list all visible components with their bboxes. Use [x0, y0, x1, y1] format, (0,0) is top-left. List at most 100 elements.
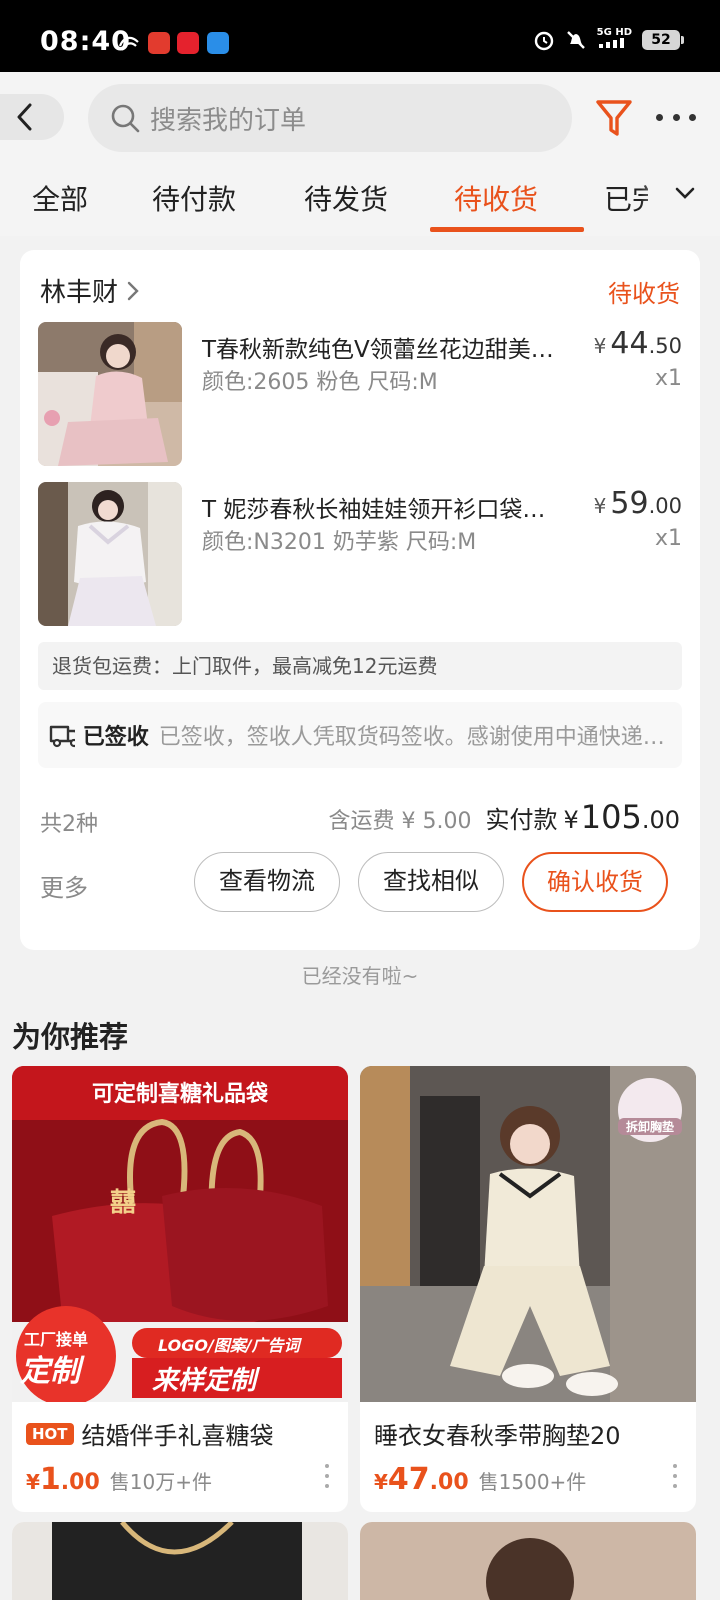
- product-title: 睡衣女春秋季带胸垫20: [374, 1416, 684, 1451]
- sold-count: 售1500+件: [478, 1470, 587, 1494]
- product-thumbnail: [38, 482, 182, 626]
- product-card-partial[interactable]: [12, 1522, 348, 1600]
- tab-all[interactable]: 全部: [32, 178, 88, 218]
- dot-icon: [689, 113, 696, 121]
- dot-icon: [672, 113, 680, 121]
- price-int: 59: [610, 486, 649, 521]
- order-tabs: 全部 待付款 待发货 待收货 已完成: [0, 160, 720, 236]
- currency: ¥: [593, 334, 607, 358]
- confirm-receipt-button[interactable]: 确认收货: [522, 852, 668, 912]
- header: 搜索我的订单: [0, 72, 720, 160]
- price-dec: .00: [60, 1470, 100, 1495]
- tab-pending-shipment[interactable]: 待发货: [304, 178, 388, 218]
- shop-link[interactable]: 林丰财: [40, 272, 140, 309]
- order-item[interactable]: T 妮莎春秋长袖娃娃领开衫口袋睡衣 颜色:N3201 奶芋紫 尺码:M ¥59.…: [38, 482, 682, 628]
- product-menu-button[interactable]: [324, 1464, 330, 1488]
- mute-icon: [566, 30, 585, 49]
- paid-amount-int: 105: [580, 798, 642, 836]
- truck-icon: [49, 725, 75, 748]
- price-dec: .50: [648, 334, 682, 358]
- find-similar-button[interactable]: 查找相似: [358, 852, 504, 912]
- product-image: 可定制喜糖礼品袋 囍 工厂接单 定制 LOGO/图案/广告词 来样定制: [12, 1066, 348, 1402]
- recommend-title: 为你推荐: [12, 1020, 129, 1054]
- filter-button[interactable]: [594, 96, 634, 140]
- logistics-summary[interactable]: 已签收 已签收，签收人凭取货码签收。感谢使用中通快递，期待再次为您服务！: [38, 702, 682, 768]
- product-image: 拆卸胸垫: [360, 1066, 696, 1402]
- item-title: T 妮莎春秋长袖娃娃领开衫口袋睡衣: [202, 497, 562, 523]
- product-title: HOT 结婚伴手礼喜糖袋: [26, 1416, 336, 1451]
- product-photo: [38, 482, 182, 626]
- dot-icon: [656, 113, 663, 121]
- item-price: ¥44.50: [594, 326, 682, 361]
- item-spec: 颜色:N3201 奶芋紫 尺码:M: [202, 530, 477, 555]
- order-item[interactable]: T春秋新款纯色V领蕾丝花边甜美睡衣 颜色:2605 粉色 尺码:M ¥44.50…: [38, 322, 682, 468]
- shipping-fee: 含运费 ¥ 5.00: [328, 809, 472, 834]
- product-card[interactable]: 可定制喜糖礼品袋 囍 工厂接单 定制 LOGO/图案/广告词 来样定制 HOT …: [12, 1066, 348, 1512]
- tag-custom: 定制: [20, 1354, 80, 1389]
- currency: ¥: [374, 1470, 388, 1494]
- tab-fade: [640, 160, 674, 236]
- dot-icon: [325, 1464, 329, 1468]
- order-card: 林丰财 待收货 T春秋新款纯色V领蕾丝花边甜美睡衣 颜色:2605 粉色 尺码:…: [20, 250, 700, 950]
- more-menu-button[interactable]: [656, 102, 696, 132]
- item-quantity: x1: [654, 366, 682, 391]
- currency: ¥: [26, 1470, 40, 1494]
- price-dec: .00: [429, 1470, 469, 1495]
- xiaohongshu-icon: [177, 32, 199, 54]
- price-dec: .00: [648, 494, 682, 518]
- product-card[interactable]: 拆卸胸垫 睡衣女春秋季带胸垫20 ¥47.00 售1500+件: [360, 1066, 696, 1512]
- tag-sample: 来样定制: [152, 1366, 257, 1396]
- dot-icon: [325, 1484, 329, 1488]
- signal-icon: [599, 38, 625, 48]
- product-title-text: 结婚伴手礼喜糖袋: [81, 1422, 274, 1450]
- paid-currency: ¥: [563, 806, 579, 834]
- link-icon: [118, 36, 139, 51]
- double-happiness-emblem: 囍: [110, 1188, 137, 1218]
- item-quantity: x1: [654, 526, 682, 551]
- chevron-right-icon: [127, 281, 139, 300]
- battery-icon: 52: [642, 29, 684, 50]
- product-photo: [360, 1066, 696, 1402]
- logistics-status: 已签收: [82, 725, 149, 750]
- product-thumbnail: [38, 322, 182, 466]
- paid-amount-dec: .00: [641, 806, 680, 834]
- network-label: 5G HD: [596, 27, 632, 38]
- tabs-expand-button[interactable]: [674, 186, 696, 206]
- filter-icon: [596, 100, 632, 136]
- dot-icon: [673, 1484, 677, 1488]
- product-price: ¥1.00 售10万+件: [26, 1462, 212, 1497]
- return-shipping-note: 退货包运费：上门取件，最高减免12元运费: [38, 642, 682, 690]
- tag-logo: LOGO/图案/广告词: [158, 1336, 300, 1355]
- search-input[interactable]: 搜索我的订单: [88, 84, 572, 152]
- more-actions-link[interactable]: 更多: [40, 868, 88, 903]
- price-int: 44: [610, 326, 649, 361]
- chevron-down-icon: [675, 187, 695, 199]
- shopping-app-icon: [148, 32, 170, 54]
- banner-title: 可定制喜糖礼品袋: [91, 1082, 268, 1107]
- dot-icon: [325, 1474, 329, 1478]
- product-photo: [360, 1522, 696, 1600]
- hot-badge: HOT: [26, 1422, 74, 1445]
- dot-icon: [673, 1474, 677, 1478]
- price-int: 47: [387, 1462, 430, 1497]
- order-status: 待收货: [608, 280, 680, 308]
- item-spec: 颜色:2605 粉色 尺码:M: [202, 370, 438, 395]
- product-photo: [12, 1522, 348, 1600]
- end-of-list-text: 已经没有啦~: [301, 964, 419, 988]
- status-bar: 08:40 5G HD 52: [0, 0, 720, 72]
- tab-pending-payment[interactable]: 待付款: [152, 178, 236, 218]
- product-menu-button[interactable]: [672, 1464, 678, 1488]
- corner-badge: 拆卸胸垫: [618, 1118, 682, 1135]
- tab-pending-receipt[interactable]: 待收货: [454, 178, 538, 218]
- product-card-partial[interactable]: [360, 1522, 696, 1600]
- network-indicator: 5G HD: [597, 28, 632, 51]
- price-int: 1: [39, 1462, 61, 1497]
- sold-count: 售10万+件: [109, 1470, 212, 1494]
- back-button[interactable]: [0, 94, 64, 140]
- view-logistics-button[interactable]: 查看物流: [194, 852, 340, 912]
- dot-icon: [673, 1464, 677, 1468]
- active-tab-indicator: [430, 227, 584, 232]
- paid-label: 实付款: [485, 806, 558, 834]
- shop-name: 林丰财: [40, 278, 119, 308]
- item-count: 共2种: [40, 812, 98, 837]
